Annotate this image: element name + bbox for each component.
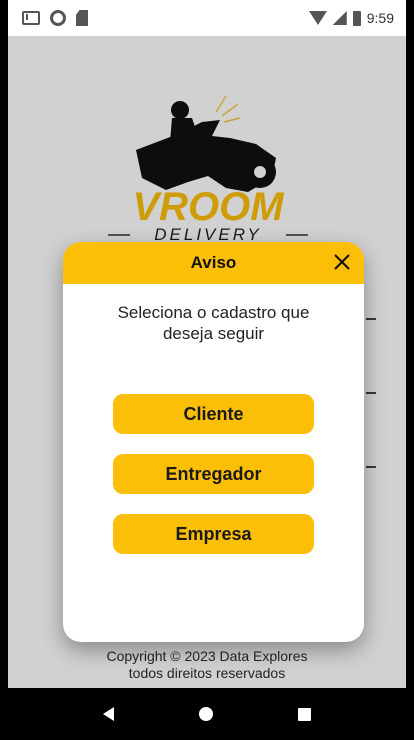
dialog-message: Seleciona o cadastro que deseja seguir bbox=[117, 303, 310, 343]
circle-icon bbox=[50, 10, 66, 26]
entregador-button[interactable]: Entregador bbox=[113, 454, 314, 494]
status-left bbox=[22, 10, 88, 26]
close-icon[interactable] bbox=[330, 250, 354, 274]
empresa-button[interactable]: Empresa bbox=[113, 514, 314, 554]
home-icon[interactable] bbox=[198, 707, 213, 721]
status-bar: 9:59 bbox=[8, 0, 406, 36]
mail-icon bbox=[22, 11, 40, 25]
recents-icon[interactable] bbox=[298, 707, 312, 721]
dialog-header: Aviso bbox=[63, 242, 364, 284]
back-icon[interactable] bbox=[102, 707, 114, 721]
rights-text: todos direitos reservados bbox=[128, 665, 286, 681]
status-time: 9:59 bbox=[366, 10, 394, 26]
dialog: Aviso Seleciona o cadastro que deseja se… bbox=[63, 242, 364, 642]
navigation-bar bbox=[0, 688, 414, 740]
battery-icon bbox=[352, 10, 361, 26]
sd-card-icon bbox=[76, 10, 88, 26]
cliente-button[interactable]: Cliente bbox=[113, 394, 314, 434]
wifi-icon bbox=[308, 11, 327, 25]
option-list: Cliente Entregador Empresa bbox=[113, 394, 314, 574]
dialog-title: Aviso bbox=[190, 253, 237, 272]
copyright-text: Copyright © 2023 Data Explores bbox=[106, 648, 308, 664]
close-button[interactable] bbox=[330, 250, 354, 274]
footer: Copyright © 2023 Data Explores todos dir… bbox=[0, 648, 414, 682]
signal-icon bbox=[332, 11, 347, 25]
status-right: 9:59 bbox=[308, 10, 394, 26]
